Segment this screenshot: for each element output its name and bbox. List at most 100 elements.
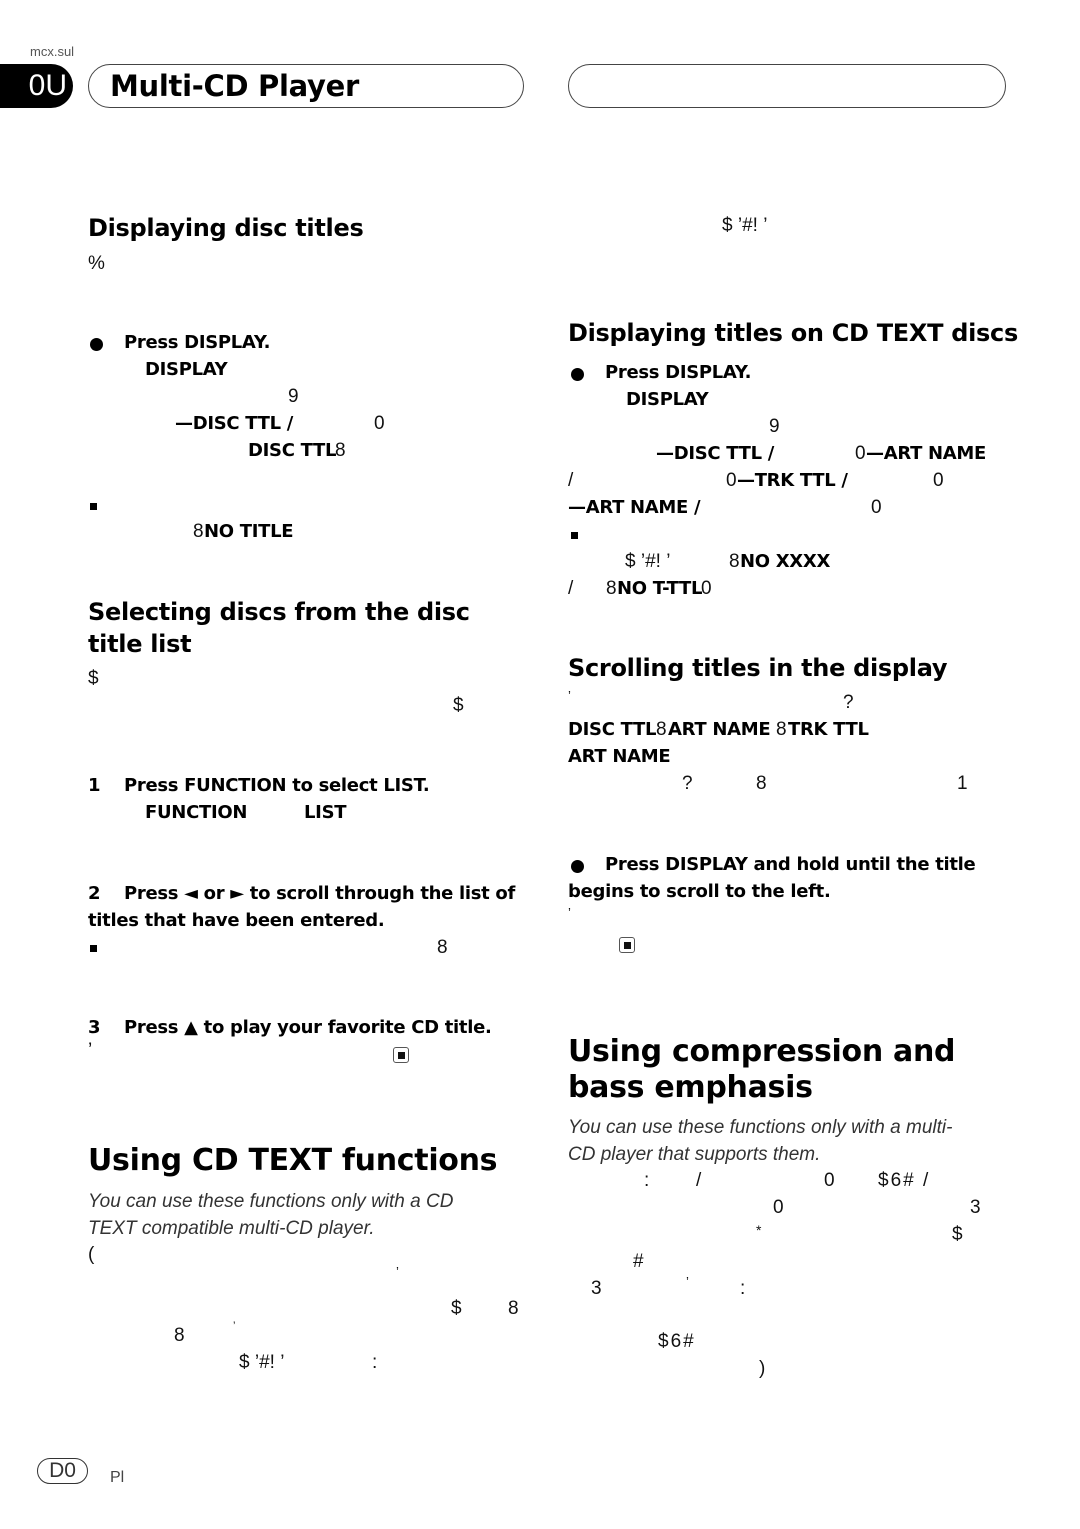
disc-ttl-label: DISC TTL <box>248 440 337 461</box>
body-glyph: / <box>696 1170 702 1191</box>
body-glyph: 1 <box>957 773 968 794</box>
body-glyph: : <box>644 1170 650 1191</box>
body-glyph: 0 <box>824 1170 835 1191</box>
step2-scroll-list: Press ◄ or ► to scroll through the list … <box>124 883 516 904</box>
body-glyph: $6# <box>658 1331 696 1352</box>
body-glyph: 0 <box>871 497 882 518</box>
trk-ttl-sequence: —TRK TTL / <box>737 470 848 491</box>
body-glyph: ’ <box>568 688 571 703</box>
section-end-icon <box>393 1047 409 1063</box>
body-glyph: : <box>740 1278 746 1299</box>
note-square-icon <box>90 503 97 510</box>
heading-displaying-disc-titles: Displaying disc titles <box>88 214 364 242</box>
key-display: DISPLAY <box>626 389 709 410</box>
body-glyph: $6# / <box>878 1170 931 1191</box>
key-list: LIST <box>304 802 347 823</box>
body-glyph: ’ <box>686 1274 689 1289</box>
art-name-sequence-2: —ART NAME / <box>568 497 701 518</box>
bullet-icon <box>571 860 584 873</box>
art-name-label: ART NAME <box>668 719 771 740</box>
body-glyph: $ ’#! ’ <box>239 1352 285 1373</box>
body-glyph: $ <box>453 695 464 716</box>
body-glyph: / <box>568 578 574 599</box>
body-glyph: 8 <box>174 1325 185 1346</box>
body-glyph: 8 <box>656 719 667 740</box>
no-title-label: NO TITLE <box>204 521 294 542</box>
body-glyph: ? <box>843 692 854 713</box>
body-glyph: 9 <box>288 386 299 407</box>
step-number: 1 <box>88 775 101 796</box>
body-glyph: 8 <box>437 937 448 958</box>
heading-selecting-discs-line2: title list <box>88 630 192 658</box>
body-glyph: % <box>88 253 105 274</box>
heading-selecting-discs-line1: Selecting discs from the disc <box>88 598 470 626</box>
step-press-display: Press DISPLAY. <box>124 332 271 353</box>
note-square-icon <box>90 945 97 952</box>
step-press-hold-display-cont: begins to scroll to the left. <box>568 881 831 902</box>
step1-press-function: Press FUNCTION to select LIST. <box>124 775 430 796</box>
body-glyph: 0 <box>726 470 737 491</box>
body-glyph: 9 <box>769 416 780 437</box>
body-glyph: ( <box>88 1244 95 1265</box>
body-glyph: $ <box>451 1298 462 1319</box>
page-title-pill: Multi-CD Player <box>88 64 524 108</box>
body-glyph: # <box>633 1251 644 1272</box>
disc-ttl-label: DISC TTL <box>568 719 657 740</box>
no-t-ttl-label: NO T-TTL <box>617 578 703 599</box>
note-italic-line2: TEXT compatible multi-CD player. <box>88 1218 375 1239</box>
step-number: 2 <box>88 883 101 904</box>
step3-play-title: Press ▲ to play your favorite CD title. <box>124 1017 492 1038</box>
no-xxxx-label: NO XXXX <box>740 551 831 572</box>
disc-ttl-sequence: —DISC TTL / <box>175 413 294 434</box>
heading-compression-line1: Using compression and <box>568 1034 956 1069</box>
key-function: FUNCTION <box>145 802 248 823</box>
art-name-label-2: ART NAME <box>568 746 671 767</box>
section-tab: 0U <box>0 64 73 108</box>
disc-ttl-sequence: —DISC TTL / <box>656 443 775 464</box>
body-glyph: ’ <box>396 1264 399 1279</box>
body-glyph: 0 <box>933 470 944 491</box>
page-number-badge: D0 <box>37 1458 88 1484</box>
language-label: Pl <box>110 1469 125 1486</box>
step2-scroll-list-cont: titles that have been entered. <box>88 910 385 931</box>
body-glyph: 3 <box>970 1197 981 1218</box>
body-glyph: 8 <box>335 440 346 461</box>
body-glyph: 0 <box>374 413 385 434</box>
body-glyph: ’ <box>568 905 571 920</box>
body-glyph: $ <box>88 668 99 689</box>
page-title: Multi-CD Player <box>110 69 359 103</box>
body-glyph: * <box>756 1222 762 1238</box>
heading-scrolling-titles: Scrolling titles in the display <box>568 654 948 682</box>
body-glyph: ’ <box>88 1040 93 1061</box>
step-press-display: Press DISPLAY. <box>605 362 752 383</box>
body-glyph: ? <box>682 773 693 794</box>
body-glyph: : <box>372 1352 378 1373</box>
bullet-icon <box>90 338 103 351</box>
note-italic-line2: CD player that supports them. <box>568 1144 821 1165</box>
trk-ttl-label: TRK TTL <box>788 719 869 740</box>
step-press-hold-display: Press DISPLAY and hold until the title <box>605 854 976 875</box>
note-square-icon <box>571 532 578 539</box>
body-glyph: 0 <box>701 578 712 599</box>
body-glyph: / <box>568 470 574 491</box>
body-glyph: $ ’#! ’ <box>625 551 671 572</box>
body-glyph: $ ’#! ’ <box>722 215 768 236</box>
step-number: 3 <box>88 1017 101 1038</box>
section-tab-label: 0U <box>28 69 67 102</box>
body-glyph: ) <box>759 1358 766 1379</box>
right-header-pill <box>568 64 1006 108</box>
heading-titles-cd-text-discs: Displaying titles on CD TEXT discs <box>568 319 1018 347</box>
body-glyph: 3 <box>591 1278 602 1299</box>
body-glyph: 8 <box>606 578 617 599</box>
body-glyph: 8 <box>729 551 740 572</box>
body-glyph: 8 <box>776 719 787 740</box>
note-italic-line1: You can use these functions only with a … <box>568 1117 953 1138</box>
body-glyph: 0 <box>773 1197 784 1218</box>
body-glyph: $ <box>952 1224 963 1245</box>
body-glyph: 0 <box>855 443 866 464</box>
bullet-icon <box>571 368 584 381</box>
note-italic-line1: You can use these functions only with a … <box>88 1191 454 1212</box>
art-name-sequence: —ART NAME <box>866 443 987 464</box>
heading-using-cd-text: Using CD TEXT functions <box>88 1143 498 1178</box>
heading-compression-line2: bass emphasis <box>568 1070 813 1105</box>
